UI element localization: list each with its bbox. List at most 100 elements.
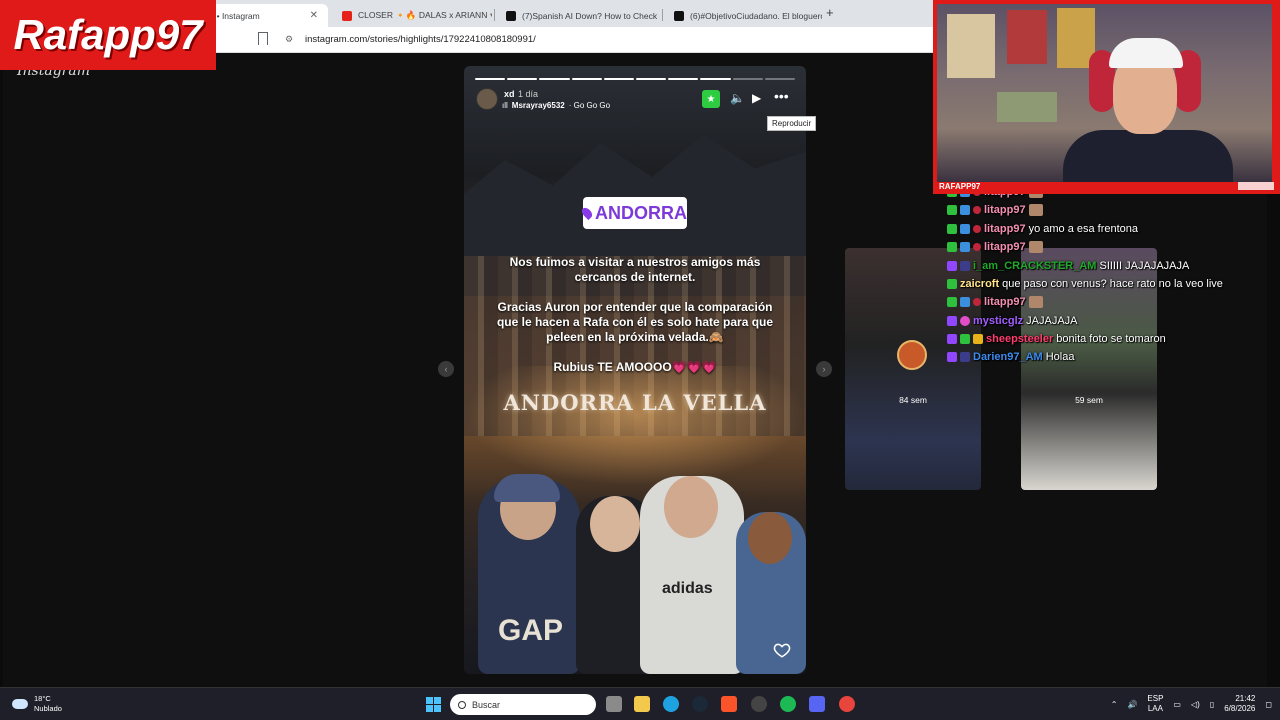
- story-viewer[interactable]: xd 1 día ıll Msrayray6532 · Go Go Go ★ 🔈…: [464, 66, 806, 674]
- music-bars-icon: ıll: [502, 101, 508, 110]
- weather-condition: Nublado: [34, 704, 62, 713]
- close-tab-icon[interactable]: ✕: [310, 10, 318, 21]
- play-icon[interactable]: ▶: [752, 91, 761, 105]
- person-head: [590, 496, 640, 552]
- bookmark-icon[interactable]: [258, 32, 268, 45]
- location-name: ANDORRA: [595, 202, 687, 223]
- system-tray: ⌃ 🔊 ESP LAA ▭ ◁) ▯ 21:42 6/8/2026 ◻: [1111, 694, 1272, 714]
- streamer-shirt: [1063, 130, 1233, 182]
- twitch-badge-icon: [947, 352, 957, 362]
- mute-icon[interactable]: 🔈: [730, 91, 745, 105]
- emote-icon: [1028, 204, 1043, 216]
- chat-text: SIIIII JAJAJAJAJA: [1099, 260, 1190, 272]
- person-3: adidas: [640, 476, 744, 674]
- chat-text: JAJAJAJA: [1026, 315, 1078, 327]
- windows-start-icon[interactable]: [426, 697, 441, 712]
- next-story-button[interactable]: ›: [816, 361, 832, 377]
- taskbar: 18°C Nublado Buscar ⌃ 🔊 ESP LAA ▭ ◁) ▯ 2…: [0, 687, 1280, 720]
- emote-icon: [1028, 296, 1043, 308]
- tab-tiktok-2[interactable]: (6)#ObjetivoCiudadano. El bloguero ✕: [664, 4, 822, 27]
- like-heart-icon[interactable]: [773, 641, 791, 659]
- twitch-badge-icon: [947, 334, 957, 344]
- tiktok-icon: [674, 10, 684, 21]
- sub-badge-icon: [960, 242, 970, 252]
- sub-badge-icon: [960, 205, 970, 215]
- prev-story-button[interactable]: ‹: [438, 361, 454, 377]
- progress-segment: [668, 78, 699, 80]
- shirt-print: adidas: [662, 580, 713, 597]
- chat-text: Holaa: [1045, 351, 1075, 363]
- date: 6/8/2026: [1224, 704, 1256, 713]
- spotify-icon[interactable]: [780, 696, 796, 712]
- chat-message: zaicroft que paso con venus? hace rato n…: [947, 276, 1223, 292]
- card-age: 59 sem: [1075, 395, 1103, 405]
- chat-username: mysticglz: [973, 315, 1024, 327]
- battery-icon[interactable]: ▯: [1210, 700, 1214, 709]
- story-caption-3: Rubius TE AMOOOO💗💗💗: [553, 360, 717, 374]
- person-cap: [494, 474, 560, 502]
- chat-username: i_am_CRACKSTER_AM: [973, 260, 1097, 272]
- obs-icon[interactable]: [751, 696, 767, 712]
- hoodie-print: GAP: [498, 614, 564, 647]
- twitch-badge-icon: [947, 261, 957, 271]
- music-artist: Msrayray6532: [511, 101, 565, 110]
- discord-icon[interactable]: [809, 696, 825, 712]
- chevron-up-icon[interactable]: ⌃: [1111, 700, 1118, 709]
- kick-badge-icon: [947, 297, 957, 307]
- progress-segment: [571, 78, 602, 80]
- close-friends-star-icon: ★: [702, 90, 720, 108]
- keyboard-layout: LAA: [1147, 704, 1163, 713]
- steam-icon[interactable]: [692, 696, 708, 712]
- tab-label: (7)Spanish AI Down? How to Check ‹: [522, 10, 660, 21]
- story-music[interactable]: ıll Msrayray6532 · Go Go Go: [502, 101, 610, 110]
- city-sign: ANDORRA LA VELLA: [503, 390, 767, 415]
- taskbar-search[interactable]: Buscar: [450, 694, 596, 715]
- edge-icon[interactable]: [663, 696, 679, 712]
- weather-widget[interactable]: 18°C Nublado: [12, 694, 62, 714]
- tab-instagram[interactable]: s • Instagram ✕: [200, 4, 328, 27]
- story-avatar[interactable]: [476, 88, 498, 110]
- file-explorer-icon[interactable]: [634, 696, 650, 712]
- heart-badge-icon: [973, 225, 981, 233]
- language-code: ESP: [1147, 694, 1164, 703]
- progress-segment: [539, 78, 570, 80]
- url-field[interactable]: instagram.com/stories/highlights/1792241…: [305, 34, 536, 45]
- sub-badge-icon: [960, 224, 970, 234]
- sub-badge-icon: [960, 334, 970, 344]
- chat-message: litapp97 yo amo a esa frentona: [947, 221, 1138, 237]
- music-track: · Go Go Go: [568, 101, 611, 110]
- progress-segment: [732, 78, 763, 80]
- search-icon: [458, 700, 466, 709]
- webcam-feed: [937, 4, 1272, 182]
- more-options-icon[interactable]: •••: [774, 88, 789, 104]
- webcam-frame: RAFAPP97: [933, 0, 1280, 194]
- bitmoji-avatar: [897, 340, 927, 370]
- brave-icon[interactable]: [721, 696, 737, 712]
- notification-icon[interactable]: ◻: [1265, 700, 1272, 709]
- location-sticker[interactable]: ANDORRA: [579, 197, 687, 229]
- wall-banknote: [997, 92, 1057, 122]
- chat-message: mysticglz JAJAJAJA: [947, 313, 1078, 329]
- chrome-icon[interactable]: [839, 696, 855, 712]
- network-icon[interactable]: ▭: [1173, 700, 1181, 709]
- speaker-icon[interactable]: 🔊: [1127, 700, 1137, 709]
- person-head: [664, 476, 718, 538]
- chat-username: litapp97: [984, 241, 1026, 253]
- language-indicator[interactable]: ESP LAA: [1147, 694, 1163, 714]
- tab-youtube[interactable]: CLOSER 🔸🔥 DALAS x ARIANN 🦋: [332, 4, 492, 27]
- tab-separator: [494, 9, 495, 21]
- kick-badge-icon: [947, 205, 957, 215]
- clock[interactable]: 21:42 6/8/2026: [1224, 694, 1255, 714]
- story-caption-1: Nos fuimos a visitar a nuestros amigos m…: [509, 255, 761, 284]
- card-age: 84 sem: [899, 395, 927, 405]
- new-tab-button[interactable]: +: [826, 5, 834, 20]
- site-info-icon[interactable]: ⚙: [285, 34, 293, 45]
- kick-badge-icon: [947, 242, 957, 252]
- chat-text: yo amo a esa frentona: [1028, 223, 1139, 235]
- task-view-icon[interactable]: [606, 696, 622, 712]
- tab-tiktok-1[interactable]: (7)Spanish AI Down? How to Check ‹: [496, 4, 660, 27]
- story-time: 1 día: [518, 89, 539, 99]
- story-username[interactable]: xd: [504, 89, 515, 99]
- volume-icon[interactable]: ◁): [1191, 700, 1200, 709]
- chat-username: litapp97: [984, 296, 1026, 308]
